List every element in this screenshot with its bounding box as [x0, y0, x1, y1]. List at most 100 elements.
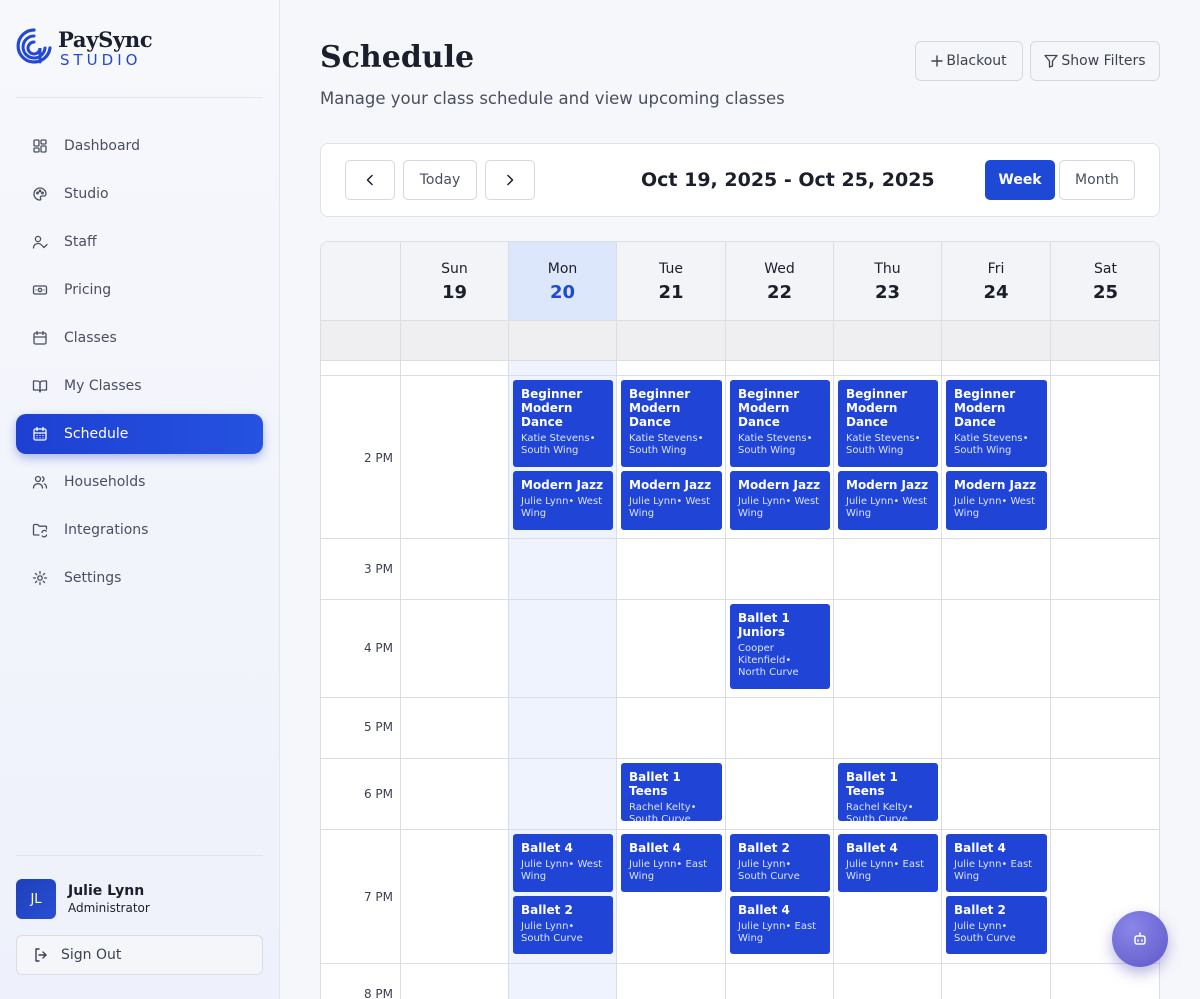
- user-name: Julie Lynn: [68, 883, 145, 899]
- brand-logo[interactable]: PaySync STUDIO: [16, 26, 153, 70]
- hour-line: [321, 829, 1159, 830]
- class-event[interactable]: Ballet 2 Julie Lynn• South Curve: [946, 896, 1047, 954]
- all-day-cell[interactable]: [834, 321, 942, 361]
- hour-line: [321, 375, 1159, 376]
- day-of-week: Wed: [764, 261, 795, 277]
- blackout-button[interactable]: Blackout: [915, 41, 1023, 81]
- page-title: Schedule: [320, 40, 475, 75]
- all-day-cell[interactable]: [401, 321, 509, 361]
- calendar-days-icon: [32, 426, 48, 442]
- event-title: Beginner Modern Dance: [846, 387, 908, 429]
- sidebar-item-label: Dashboard: [64, 138, 140, 154]
- sidebar-item-studio[interactable]: Studio: [16, 174, 263, 214]
- hour-line: [321, 758, 1159, 759]
- bot-icon: [1134, 932, 1146, 945]
- show-filters-button[interactable]: Show Filters: [1030, 41, 1160, 81]
- class-event[interactable]: Modern Jazz Julie Lynn• West Wing: [838, 471, 938, 530]
- day-column[interactable]: [401, 361, 509, 999]
- sign-out-label: Sign Out: [61, 947, 122, 963]
- day-header[interactable]: Tue 21: [617, 242, 726, 321]
- class-event[interactable]: Modern Jazz Julie Lynn• West Wing: [730, 471, 830, 530]
- assistant-button[interactable]: [1112, 911, 1168, 967]
- class-event[interactable]: Beginner Modern Dance Katie Stevens• Sout…: [621, 380, 722, 467]
- brand-sub: STUDIO: [60, 50, 142, 69]
- prev-week-button[interactable]: [345, 160, 395, 200]
- class-event[interactable]: Ballet 4 Julie Lynn• East Wing: [621, 834, 722, 892]
- event-title: Ballet 4: [846, 841, 898, 855]
- hour-line: [321, 538, 1159, 539]
- day-header[interactable]: Sun 19: [401, 242, 509, 321]
- class-event[interactable]: Ballet 1 Teens Rachel Kelty• South Curve: [838, 763, 938, 821]
- class-event[interactable]: Ballet 1 Juniors Cooper Kitenfield• North…: [730, 604, 830, 689]
- sidebar-item-label: Studio: [64, 186, 109, 202]
- sidebar-item-staff[interactable]: Staff: [16, 222, 263, 262]
- banknote-icon: [32, 282, 48, 298]
- dashboard-icon: [32, 138, 48, 154]
- user-profile: JL Julie Lynn Administrator: [16, 879, 150, 919]
- class-event[interactable]: Beginner Modern Dance Katie Stevens• Sout…: [730, 380, 830, 467]
- filter-icon: [1044, 54, 1059, 68]
- event-meta: Julie Lynn• West Wing: [521, 859, 603, 882]
- day-of-week: Thu: [874, 261, 901, 277]
- day-header[interactable]: Mon 20: [509, 242, 617, 321]
- all-day-cell[interactable]: [942, 321, 1051, 361]
- sidebar-item-classes[interactable]: Classes: [16, 318, 263, 358]
- class-event[interactable]: Beginner Modern Dance Katie Stevens• Sout…: [946, 380, 1047, 467]
- sidebar-item-label: My Classes: [64, 378, 142, 394]
- day-of-week: Fri: [987, 261, 1005, 277]
- sidebar-item-my-classes[interactable]: My Classes: [16, 366, 263, 406]
- week-view-button[interactable]: Week: [985, 160, 1055, 200]
- sidebar-divider: [16, 97, 263, 98]
- event-meta: Rachel Kelty• South Curve: [629, 802, 697, 821]
- all-day-cell[interactable]: [1051, 321, 1159, 361]
- event-meta: Julie Lynn• South Curve: [954, 921, 1016, 944]
- event-meta: Katie Stevens• South Wing: [521, 433, 596, 456]
- day-header[interactable]: Sat 25: [1051, 242, 1159, 321]
- event-title: Ballet 1 Teens: [846, 770, 898, 798]
- time-header: [321, 242, 401, 321]
- time-label: 7 PM: [363, 890, 393, 904]
- all-day-cell[interactable]: [509, 321, 617, 361]
- event-title: Ballet 1 Juniors: [738, 611, 790, 639]
- class-event[interactable]: Modern Jazz Julie Lynn• West Wing: [621, 471, 722, 530]
- class-event[interactable]: Ballet 1 Teens Rachel Kelty• South Curve: [621, 763, 722, 821]
- event-meta: Rachel Kelty• South Curve: [846, 802, 914, 821]
- class-event[interactable]: Beginner Modern Dance Katie Stevens• Sout…: [513, 380, 613, 467]
- event-title: Modern Jazz: [521, 478, 604, 492]
- sidebar-item-households[interactable]: Households: [16, 462, 263, 502]
- log-out-icon: [33, 947, 49, 963]
- sidebar-item-schedule[interactable]: Schedule: [16, 414, 263, 454]
- class-event[interactable]: Modern Jazz Julie Lynn• West Wing: [513, 471, 613, 530]
- event-title: Ballet 2: [738, 841, 790, 855]
- day-number: 19: [441, 282, 468, 303]
- all-day-cell[interactable]: [726, 321, 834, 361]
- day-column[interactable]: [1051, 361, 1159, 999]
- month-view-button[interactable]: Month: [1059, 160, 1135, 200]
- day-header[interactable]: Wed 22: [726, 242, 834, 321]
- sidebar-item-integrations[interactable]: Integrations: [16, 510, 263, 550]
- sidebar-item-pricing[interactable]: Pricing: [16, 270, 263, 310]
- class-event[interactable]: Ballet 2 Julie Lynn• South Curve: [513, 896, 613, 954]
- class-event[interactable]: Beginner Modern Dance Katie Stevens• Sout…: [838, 380, 938, 467]
- today-button[interactable]: Today: [403, 160, 477, 200]
- class-event[interactable]: Ballet 4 Julie Lynn• East Wing: [946, 834, 1047, 892]
- day-number: 21: [658, 282, 684, 303]
- day-number: 20: [549, 282, 576, 303]
- all-day-cell[interactable]: [617, 321, 726, 361]
- class-event[interactable]: Ballet 4 Julie Lynn• West Wing: [513, 834, 613, 892]
- class-event[interactable]: Ballet 4 Julie Lynn• East Wing: [838, 834, 938, 892]
- next-week-button[interactable]: [485, 160, 535, 200]
- day-number: 22: [766, 282, 793, 303]
- day-header[interactable]: Fri 24: [942, 242, 1051, 321]
- sign-out-button[interactable]: Sign Out: [16, 935, 263, 975]
- event-meta: Katie Stevens• South Wing: [629, 433, 704, 456]
- class-event[interactable]: Modern Jazz Julie Lynn• West Wing: [946, 471, 1047, 530]
- class-event[interactable]: Ballet 4 Julie Lynn• East Wing: [730, 896, 830, 954]
- brand-name: PaySync: [58, 26, 153, 52]
- event-meta: Katie Stevens• South Wing: [846, 433, 921, 456]
- event-title: Ballet 2: [954, 903, 1006, 917]
- day-header[interactable]: Thu 23: [834, 242, 942, 321]
- class-event[interactable]: Ballet 2 Julie Lynn• South Curve: [730, 834, 830, 892]
- sidebar-item-dashboard[interactable]: Dashboard: [16, 126, 263, 166]
- sidebar-item-settings[interactable]: Settings: [16, 558, 263, 598]
